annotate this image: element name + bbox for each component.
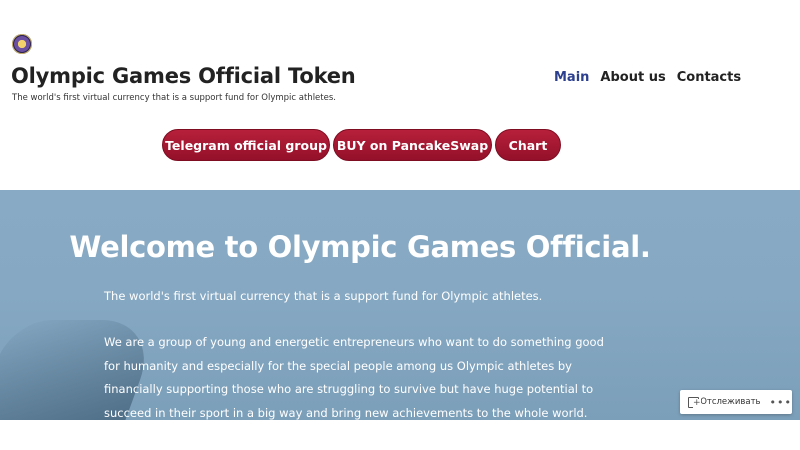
telegram-group-button[interactable]: Telegram official group [162, 129, 330, 161]
hero-title: Welcome to Olympic Games Official. [69, 230, 651, 264]
more-dots-icon[interactable]: ••• [770, 396, 792, 409]
follow-button[interactable]: Отслеживать ••• [680, 390, 792, 414]
hero-description-line: financially supporting those who are str… [104, 382, 594, 396]
follow-plus-icon [688, 396, 701, 408]
nav-item-contacts[interactable]: Contacts [677, 70, 741, 85]
nav-item-about-us[interactable]: About us [600, 70, 665, 85]
hero-description-line: We are a group of young and energetic en… [104, 335, 604, 349]
site-tagline: The world's first virtual currency that … [12, 93, 336, 103]
main-nav: Main About us Contacts [554, 70, 741, 85]
nav-item-main[interactable]: Main [554, 70, 589, 85]
page: Olympic Games Official Token The world's… [0, 0, 800, 450]
buy-pancakeswap-button[interactable]: BUY on PancakeSwap [333, 129, 492, 161]
hero-description-line: for humanity and especially for the spec… [104, 358, 572, 373]
follow-label: Отслеживать [700, 397, 761, 407]
hero-description: We are a group of young and energetic en… [104, 331, 624, 420]
hero-description-line: succeed in their sport in a big way and … [104, 405, 588, 420]
chart-button[interactable]: Chart [495, 129, 561, 161]
olympic-emblem-icon[interactable] [12, 34, 32, 54]
site-title[interactable]: Olympic Games Official Token [11, 64, 356, 88]
action-buttons: Telegram official group BUY on PancakeSw… [162, 129, 561, 161]
hero-section: Welcome to Olympic Games Official. The w… [0, 190, 800, 420]
hero-intro-text: The world's first virtual currency that … [104, 289, 543, 303]
